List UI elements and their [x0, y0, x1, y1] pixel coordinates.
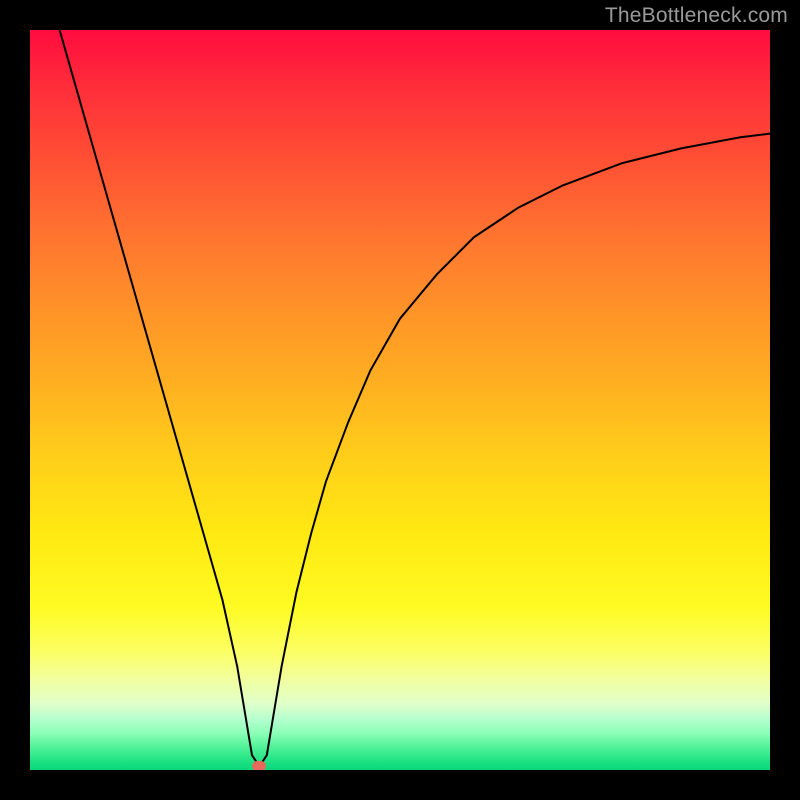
chart-frame: TheBottleneck.com — [0, 0, 800, 800]
watermark-text: TheBottleneck.com — [605, 4, 788, 28]
curve-svg — [30, 30, 770, 770]
bottleneck-curve — [60, 30, 770, 766]
optimal-point-marker — [252, 761, 266, 770]
plot-area — [30, 30, 770, 770]
